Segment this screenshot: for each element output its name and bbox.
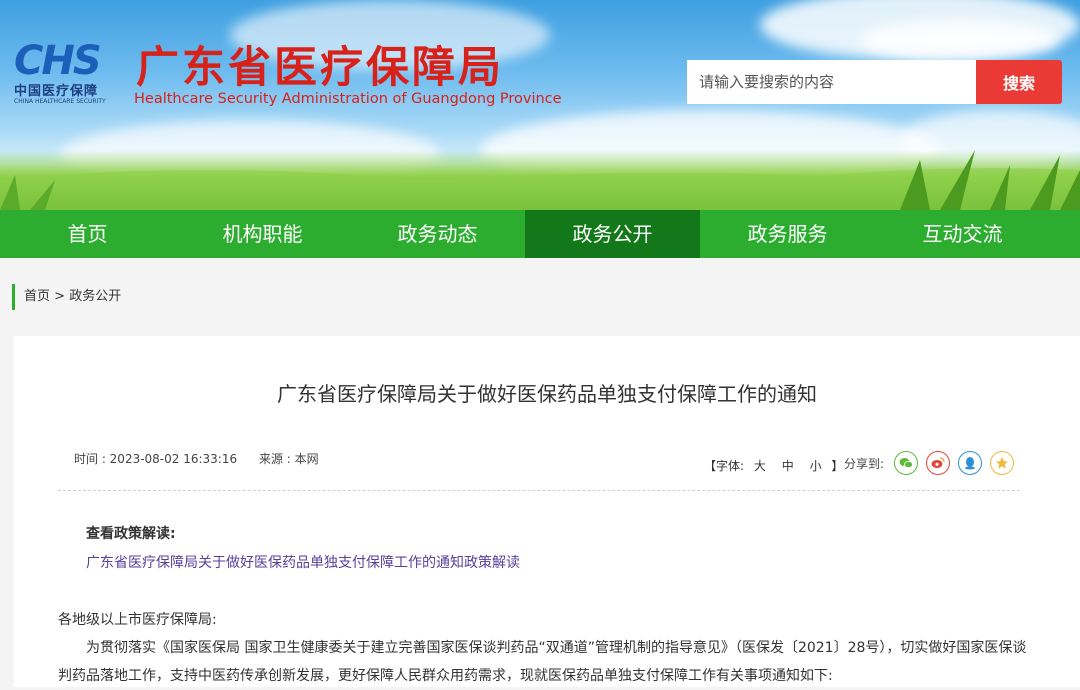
- header-banner: CHS 中国医疗保障 CHINA HEALTHCARE SECURITY 广东省…: [0, 0, 1080, 210]
- search-bar: 搜索: [687, 60, 1062, 104]
- font-size-medium[interactable]: 中: [782, 459, 794, 473]
- publish-time: 时间 : 2023-08-02 16:33:16: [74, 452, 238, 466]
- logo-mark: CHS: [14, 38, 102, 84]
- meta-divider: [58, 490, 1020, 491]
- share-bar: 分享到:: [844, 450, 1022, 476]
- search-input[interactable]: [687, 60, 976, 104]
- nav-item-news[interactable]: 政务动态: [350, 210, 525, 258]
- article-body: 各地级以上市医疗保障局: 为贯彻落实《国家医保局 国家卫生健康委关于建立完善国家…: [58, 606, 1028, 690]
- site-title: 广东省医疗保障局: [136, 43, 504, 93]
- logo-cn-text: 中国医疗保障: [14, 84, 99, 99]
- weibo-icon[interactable]: [926, 451, 951, 475]
- font-size-label: 【字体:: [704, 459, 745, 473]
- article-title: 广东省医疗保障局关于做好医保药品单独支付保障工作的通知: [277, 382, 817, 406]
- policy-interpretation-heading: 查看政策解读:: [86, 526, 176, 542]
- body-paragraph: 为贯彻落实《国家医保局 国家卫生健康委关于建立完善国家医保谈判药品“双通道”管理…: [58, 640, 1027, 684]
- chs-logo[interactable]: CHS 中国医疗保障 CHINA HEALTHCARE SECURITY: [12, 38, 127, 108]
- nav-item-services[interactable]: 政务服务: [700, 210, 875, 258]
- site-subtitle: Healthcare Security Administration of Gu…: [134, 91, 562, 107]
- wechat-icon[interactable]: [894, 451, 919, 475]
- nav-item-public-affairs[interactable]: 政务公开: [525, 210, 700, 258]
- breadcrumb: 首页 > 政务公开: [12, 284, 121, 310]
- article-meta: 时间 : 2023-08-02 16:33:16 来源 : 本网: [74, 450, 319, 467]
- search-button[interactable]: 搜索: [976, 60, 1062, 104]
- qzone-icon[interactable]: [990, 451, 1015, 475]
- policy-interpretation-link[interactable]: 广东省医疗保障局关于做好医保药品单独支付保障工作的通知政策解读: [86, 552, 520, 572]
- share-label: 分享到:: [844, 456, 885, 471]
- font-size-small[interactable]: 小: [810, 459, 822, 473]
- salutation: 各地级以上市医疗保障局:: [58, 612, 217, 628]
- font-size-large[interactable]: 大: [754, 459, 766, 473]
- breadcrumb-separator: >: [54, 289, 66, 304]
- font-size-close: 】: [831, 459, 844, 473]
- article-source: 来源 : 本网: [258, 452, 319, 466]
- breadcrumb-home-link[interactable]: 首页: [24, 289, 50, 304]
- qq-icon[interactable]: [958, 451, 983, 475]
- nav-item-interaction[interactable]: 互动交流: [875, 210, 1050, 258]
- breadcrumb-current-link[interactable]: 政务公开: [69, 289, 121, 304]
- grass-blades-decoration: [0, 150, 1080, 210]
- nav-item-home[interactable]: 首页: [0, 210, 175, 258]
- article-panel: 广东省医疗保障局关于做好医保药品单独支付保障工作的通知 时间 : 2023-08…: [14, 336, 1080, 687]
- main-nav: 首页 机构职能 政务动态 政务公开 政务服务 互动交流: [0, 210, 1080, 258]
- logo-en-text: CHINA HEALTHCARE SECURITY: [14, 98, 106, 105]
- font-size-selector: 【字体: 大 中 小 】: [704, 457, 843, 474]
- nav-item-functions[interactable]: 机构职能: [175, 210, 350, 258]
